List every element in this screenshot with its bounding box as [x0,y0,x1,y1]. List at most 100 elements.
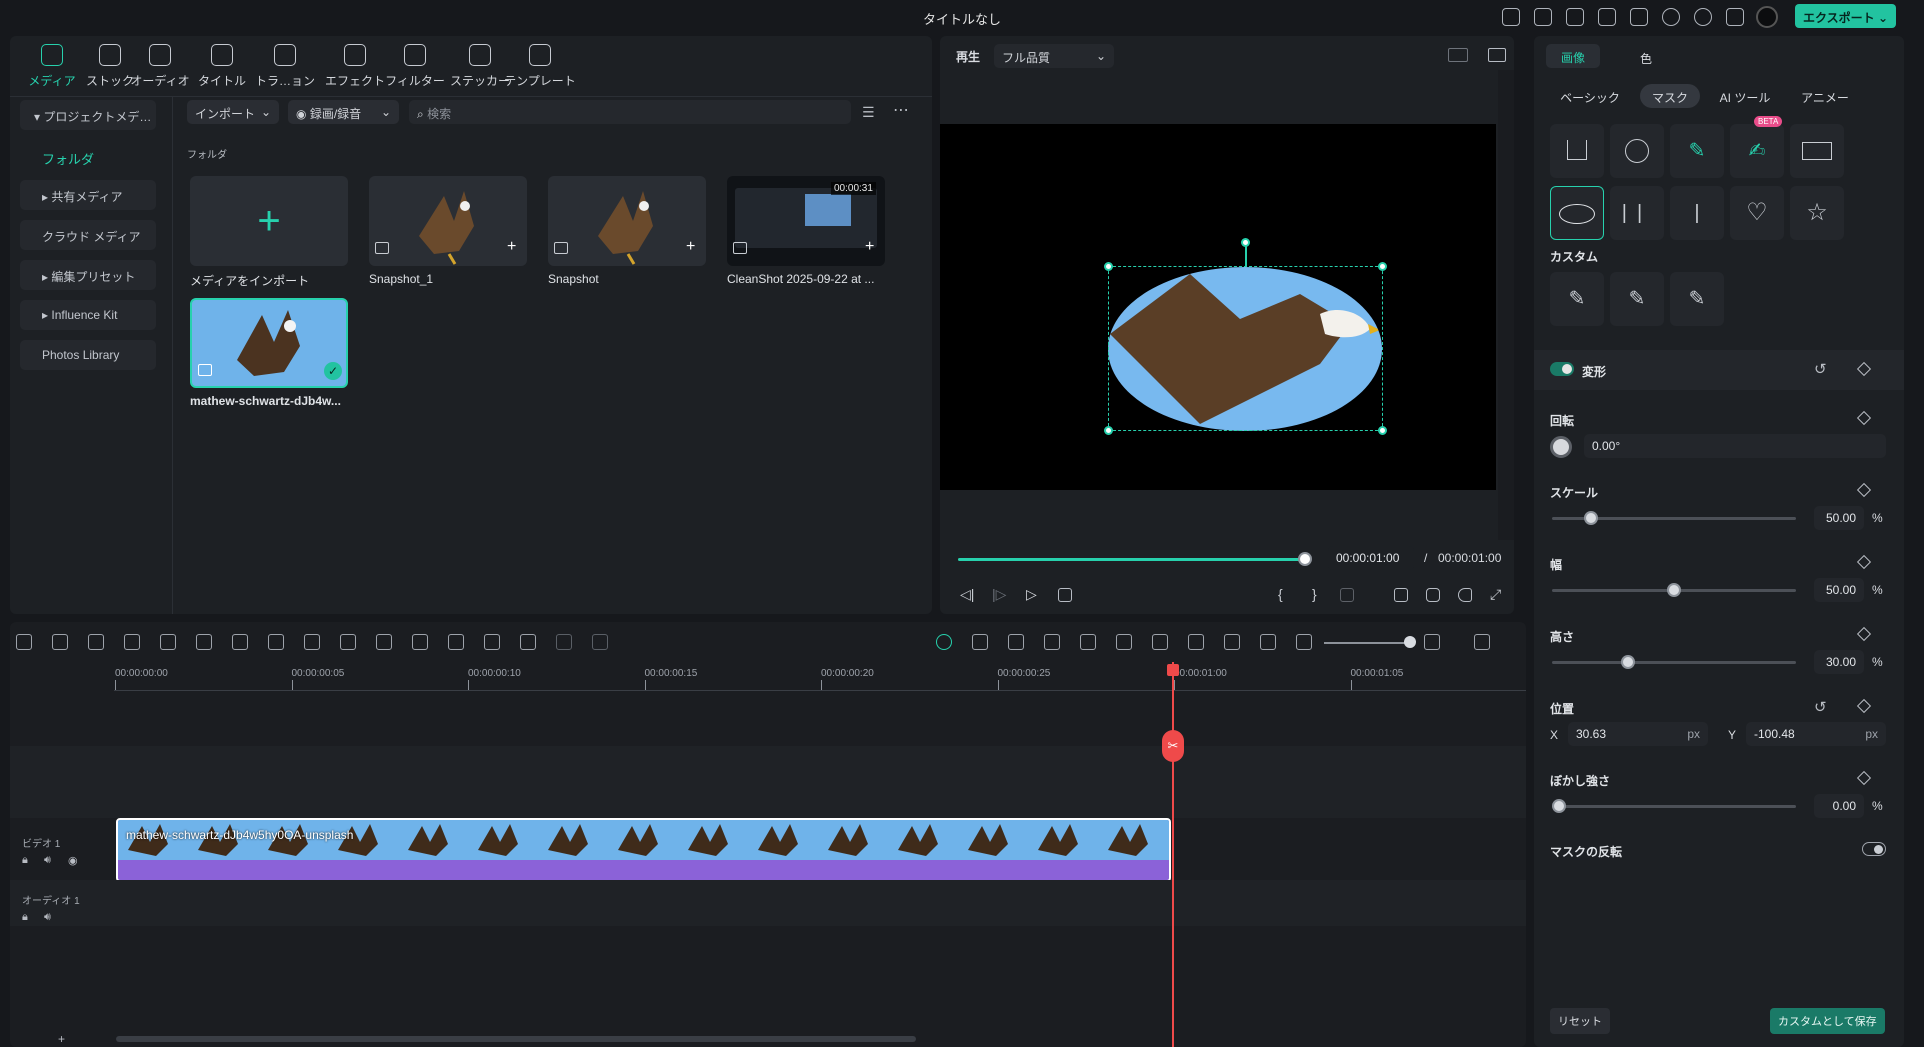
color-icon[interactable] [376,634,392,650]
subtab-ai-tools[interactable]: AI ツール [1712,84,1778,108]
tab-transition[interactable]: トラ…ョン [249,44,321,89]
add-icon[interactable]: + [686,238,695,256]
lock-icon[interactable]: 🔒︎ [22,854,28,867]
export-button[interactable]: エクスポート ⌄ [1795,4,1896,28]
mask-brush-button[interactable]: ✍ [1730,124,1784,178]
cloud-upload-icon[interactable] [1662,8,1680,26]
resize-handle[interactable] [1104,262,1113,271]
subtab-animation[interactable]: アニメー [1792,84,1858,108]
media-item-mathew-schwartz[interactable]: ✓ [190,298,348,388]
adjust-icon[interactable] [592,634,608,650]
camera-icon[interactable] [1044,634,1060,650]
select-icon[interactable] [52,634,68,650]
timeline-scrollbar[interactable] [116,1036,916,1042]
display-icon[interactable] [1394,588,1408,602]
stop-icon[interactable] [1058,588,1072,602]
zoom-knob[interactable] [1404,636,1416,648]
sidebar-item-3[interactable]: ▸ Influence Kit [20,300,156,330]
media-item-snapshot-1[interactable]: + [369,176,527,266]
layout-icon[interactable] [1566,8,1584,26]
custom-mask-3[interactable]: ✎ [1670,272,1724,326]
sidebar-folder[interactable]: フォルダ [42,149,94,168]
columns-icon[interactable] [1474,634,1490,650]
invert-toggle[interactable] [1862,842,1886,856]
mask-none-button[interactable] [1610,124,1664,178]
speaker-icon[interactable]: 🔊︎ [44,854,51,867]
sidebar-item-project-media[interactable]: ▾ プロジェクトメデ… [20,100,156,130]
timer-icon[interactable] [484,634,500,650]
shape-icon[interactable] [304,634,320,650]
fullscreen-icon[interactable]: ⤢ [1490,586,1501,603]
audio-mix-icon[interactable] [1188,634,1204,650]
scissors-icon[interactable]: ✂ [1162,730,1184,762]
reset-icon[interactable]: ↺ [1814,698,1827,716]
zoom-slider[interactable] [1324,642,1412,644]
playback-progress[interactable] [958,558,1306,561]
mask-bounding-box[interactable] [1108,266,1383,431]
add-icon[interactable]: + [865,238,874,256]
position-x-input[interactable]: 30.63 px [1568,722,1708,746]
reset-icon[interactable]: ↺ [1814,360,1827,378]
lock-icon[interactable]: 🔒︎ [22,911,28,924]
ai-icon[interactable] [412,634,428,650]
position-y-input[interactable]: -100.48 px [1746,722,1886,746]
save-custom-button[interactable]: カスタムとして保存 [1770,1008,1885,1034]
height-slider[interactable] [1552,655,1796,669]
scale-slider[interactable] [1552,511,1796,525]
grid-icon[interactable] [1726,8,1744,26]
slider-knob[interactable] [1552,799,1566,813]
mask-star-button[interactable]: ☆ [1790,186,1844,240]
zoom-in-icon[interactable] [1424,634,1440,650]
shield-icon[interactable] [1116,634,1132,650]
rotation-dial[interactable] [1550,436,1572,458]
search-input[interactable]: ⌕ 検索 [409,100,851,124]
send-icon[interactable] [1534,8,1552,26]
mask-ellipse-button[interactable] [1550,186,1604,240]
record-dropdown[interactable]: ◉ 録画/録音 ⌄ [288,100,399,124]
sidebar-item-1[interactable]: クラウド メディア [20,220,156,250]
tab-title[interactable]: タイトル [186,44,258,89]
play-icon[interactable]: ▷ [1026,586,1037,603]
edit-icon[interactable] [448,634,464,650]
add-icon[interactable]: + [507,238,516,256]
playback-knob[interactable] [1298,552,1312,566]
resize-handle[interactable] [1104,426,1113,435]
zoom-out-icon[interactable] [1296,634,1312,650]
mask-single-line-button[interactable]: | [1670,186,1724,240]
undo-icon[interactable] [88,634,104,650]
mask-rectangle-button[interactable] [1790,124,1844,178]
scale-input[interactable]: 50.00 [1814,506,1864,530]
monitor-icon[interactable] [1598,8,1616,26]
mask-double-line-button[interactable]: || [1610,186,1664,240]
sidebar-item-2[interactable]: ▸ 編集プリセット [20,260,156,290]
text-icon[interactable] [268,634,284,650]
slider-knob[interactable] [1621,655,1635,669]
add-track-button[interactable]: + [58,1032,65,1046]
playhead[interactable] [1172,662,1174,1047]
save-icon[interactable] [1630,8,1648,26]
play-back-icon[interactable]: |▷ [992,586,1006,603]
mask-pen-button[interactable]: ✎ [1670,124,1724,178]
mask-icon[interactable] [340,634,356,650]
more-icon[interactable]: ⋯ [893,100,909,120]
redo-icon[interactable] [124,634,140,650]
quality-dropdown[interactable]: フル品質 ⌄ [994,44,1114,68]
import-dropdown[interactable]: インポート ⌄ [187,100,279,124]
eye-icon[interactable]: ◉ [68,854,78,867]
mark-out-icon[interactable]: } [1312,586,1317,602]
crop-icon[interactable] [232,634,248,650]
keyframe-tool-icon[interactable] [520,634,536,650]
gift-icon[interactable] [1502,8,1520,26]
slider-knob[interactable] [1667,583,1681,597]
preview-canvas[interactable] [940,124,1496,490]
headset-icon[interactable] [1694,8,1712,26]
media-item-snapshot[interactable]: + [548,176,706,266]
tab-template[interactable]: テンプレート [504,44,576,89]
motion-icon[interactable] [556,634,572,650]
speaker-icon[interactable]: 🔊︎ [44,911,51,924]
snap-icon[interactable] [972,634,988,650]
playhead-head[interactable] [1167,664,1179,676]
blur-slider[interactable] [1552,799,1796,813]
render-icon[interactable] [936,634,952,650]
grid-view-icon[interactable] [1448,48,1468,62]
